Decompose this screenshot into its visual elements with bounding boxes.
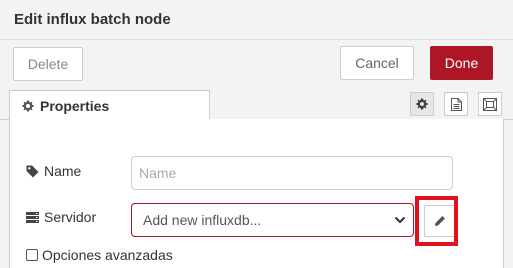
advanced-options-label: Opciones avanzadas: [42, 247, 173, 263]
name-label: Name: [44, 163, 82, 179]
advanced-options-row[interactable]: Opciones avanzadas: [26, 247, 173, 263]
tray-header: Edit influx batch node: [0, 0, 513, 40]
tray-title: Edit influx batch node: [14, 11, 171, 28]
tab-properties-label: Properties: [40, 98, 110, 114]
chevron-down-icon: [394, 214, 406, 226]
tab-properties-icon-button[interactable]: [410, 92, 434, 116]
gear-icon: [416, 98, 428, 110]
delete-button[interactable]: Delete: [13, 47, 83, 81]
server-row-label: Servidor: [26, 209, 96, 225]
frame-icon: [483, 97, 497, 111]
tag-icon: [26, 165, 39, 178]
edit-server-config-button[interactable]: [424, 205, 456, 237]
server-select-value: Add new influxdb...: [143, 212, 262, 228]
tab-properties[interactable]: Properties: [9, 90, 210, 121]
gear-icon: [22, 100, 34, 112]
properties-panel: Name Servidor Add new influxdb...: [9, 119, 504, 268]
tray-toolbar: Delete Cancel Done: [0, 40, 513, 86]
edit-node-tray: Edit influx batch node Delete Cancel Don…: [0, 0, 513, 268]
server-label: Servidor: [44, 209, 97, 225]
name-input[interactable]: [131, 156, 453, 190]
cancel-button[interactable]: Cancel: [340, 46, 414, 80]
server-icon: [26, 211, 39, 223]
advanced-options-checkbox[interactable]: [26, 249, 38, 261]
tab-description-button[interactable]: [444, 92, 468, 116]
tabs-bar: Properties: [0, 86, 513, 121]
server-select[interactable]: Add new influxdb...: [131, 203, 414, 237]
document-icon: [450, 97, 462, 111]
name-row-label: Name: [26, 163, 81, 179]
done-button[interactable]: Done: [430, 46, 493, 80]
tab-appearance-button[interactable]: [478, 92, 502, 116]
pencil-icon: [434, 215, 446, 227]
